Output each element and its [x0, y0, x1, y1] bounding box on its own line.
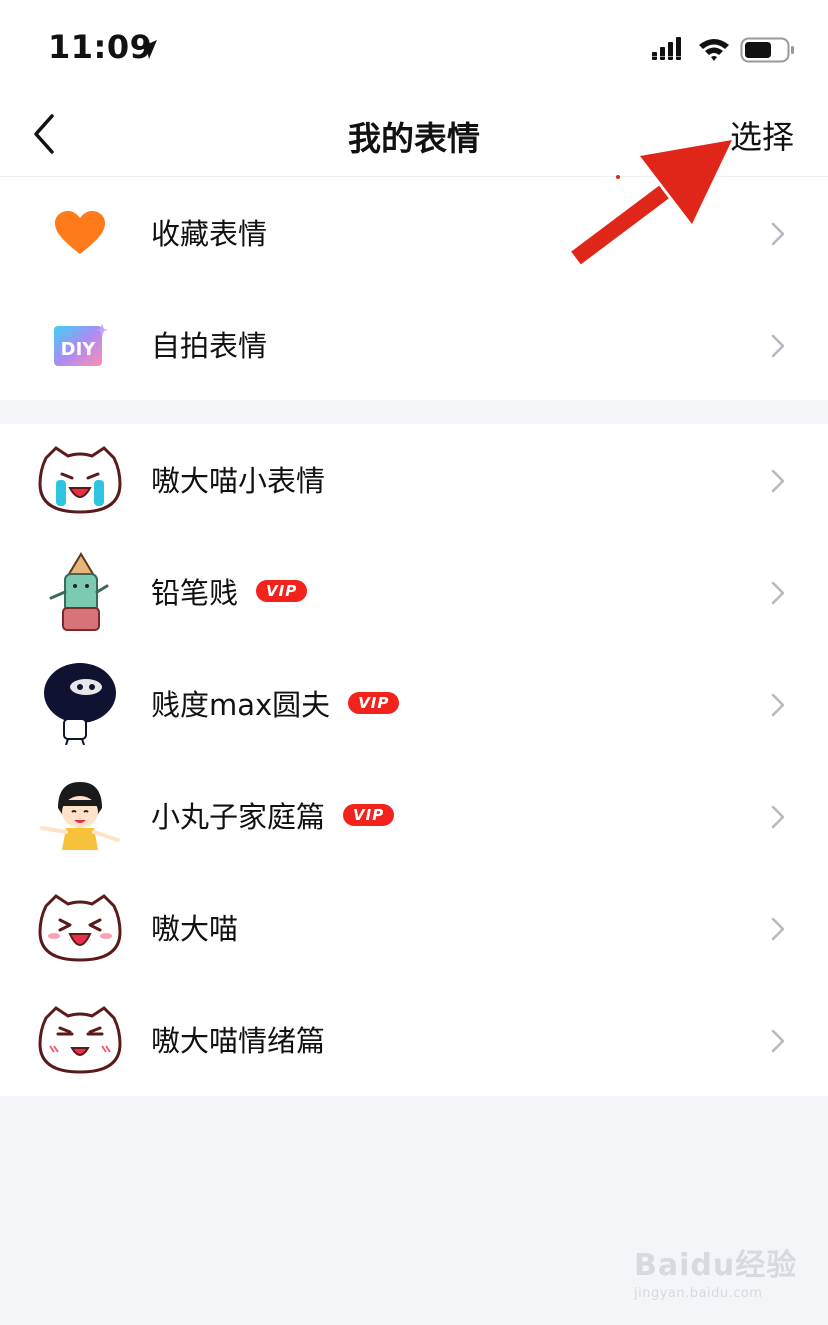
- thumbnail: [38, 778, 122, 854]
- squinting-cat-sticker-icon: [38, 1006, 122, 1074]
- emoji-source-list: 收藏表情 DIY 自拍表情: [0, 177, 828, 400]
- heart-icon: [55, 211, 105, 254]
- page-title: 我的表情: [348, 119, 480, 158]
- pack-title: 贱度max圆夫: [151, 688, 331, 722]
- status-bar: 11:09: [0, 0, 828, 96]
- thumbnail: [38, 552, 122, 631]
- select-button[interactable]: 选择: [730, 112, 794, 158]
- pack-title: 嗷大喵小表情: [151, 464, 326, 498]
- thumbnail: [38, 663, 122, 745]
- watermark-main: Baidu经验: [634, 1248, 798, 1283]
- sticker-pack-list: 嗷大喵小表情 铅笔贱 VIP 贱度max圆夫 VIP 小丸子家庭篇 VIP 嗷大…: [0, 424, 828, 1096]
- list-item-favorites[interactable]: 收藏表情: [0, 177, 828, 289]
- chevron-right-icon: [771, 917, 785, 941]
- watermark: Baidu经验 jingyan.baidu.com: [634, 1240, 797, 1301]
- vip-badge: VIP: [348, 692, 400, 714]
- vip-badge: VIP: [343, 804, 395, 826]
- chevron-right-icon: [771, 693, 785, 717]
- wifi-icon: [699, 39, 729, 61]
- laughing-cat-sticker-icon: [38, 894, 122, 962]
- thumbnail: [38, 890, 122, 966]
- list-item-label: 嗷大喵情绪篇: [151, 1018, 325, 1060]
- list-item-label: 收藏表情: [151, 217, 268, 251]
- list-item-sticker-pack[interactable]: 嗷大喵情绪篇: [0, 984, 828, 1096]
- list-item-label: 贱度max圆夫 VIP: [151, 682, 400, 724]
- thumbnail: [38, 1002, 122, 1078]
- list-item-sticker-pack[interactable]: 小丸子家庭篇 VIP: [0, 760, 828, 872]
- thumbnail: [38, 442, 122, 518]
- diy-icon-text: DIY: [61, 339, 97, 360]
- chevron-right-icon: [771, 334, 785, 358]
- cellular-signal-icon: [652, 37, 681, 60]
- annotation-dot: [616, 175, 620, 179]
- list-item-selfie[interactable]: DIY 自拍表情: [0, 289, 828, 401]
- chevron-right-icon: [771, 469, 785, 493]
- list-item-sticker-pack[interactable]: 贱度max圆夫 VIP: [0, 648, 828, 760]
- thumbnail: DIY: [38, 307, 122, 383]
- list-item-label: 嗷大喵小表情: [151, 458, 325, 500]
- location-arrow-icon: [139, 40, 157, 59]
- thumbnail: [38, 195, 122, 271]
- list-item-sticker-pack[interactable]: 铅笔贱 VIP: [0, 536, 828, 648]
- battery-icon: [740, 37, 794, 63]
- round-head-character-sticker-icon: [44, 663, 116, 745]
- chevron-right-icon: [771, 581, 785, 605]
- pack-title: 嗷大喵情绪篇: [151, 1024, 326, 1058]
- list-item-label: 嗷大喵: [151, 906, 238, 948]
- watermark-sub: jingyan.baidu.com: [634, 1286, 763, 1301]
- crying-cat-sticker-icon: [38, 446, 122, 514]
- pack-title: 小丸子家庭篇: [151, 800, 326, 834]
- chevron-right-icon: [771, 1029, 785, 1053]
- diy-icon: DIY: [54, 324, 108, 366]
- chevron-right-icon: [771, 222, 785, 246]
- list-item-label: 小丸子家庭篇 VIP: [151, 794, 395, 836]
- list-item-label: 自拍表情: [151, 329, 268, 363]
- list-item-sticker-pack[interactable]: 嗷大喵: [0, 872, 828, 984]
- list-item-label: 铅笔贱 VIP: [151, 570, 308, 612]
- pencil-character-sticker-icon: [49, 552, 109, 631]
- maruko-sticker-icon: [40, 782, 120, 850]
- chevron-right-icon: [771, 805, 785, 829]
- list-item-sticker-pack[interactable]: 嗷大喵小表情: [0, 424, 828, 536]
- pack-title: 铅笔贱: [151, 576, 239, 610]
- nav-bar: 我的表情 选择: [0, 96, 828, 177]
- vip-badge: VIP: [256, 580, 308, 602]
- pack-title: 嗷大喵: [151, 912, 239, 946]
